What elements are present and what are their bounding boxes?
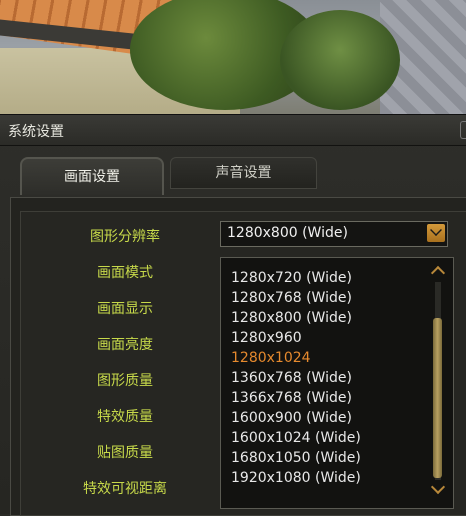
resolution-select[interactable]: 1280x800 (Wide) [220, 221, 448, 247]
close-icon[interactable] [460, 121, 466, 139]
label-display-mode: 画面模式 [97, 265, 153, 281]
resolution-option[interactable]: 1680x1050 (Wide) [231, 450, 361, 466]
scrollbar-thumb[interactable] [433, 318, 442, 478]
resolution-option[interactable]: 1920x1080 (Wide) [231, 470, 361, 486]
window-title: 系统设置 [8, 124, 64, 140]
resolution-option[interactable]: 1600x1024 (Wide) [231, 430, 361, 446]
label-texture-quality: 贴图质量 [97, 445, 153, 461]
scroll-up-icon[interactable] [430, 264, 446, 281]
resolution-option[interactable]: 1280x800 (Wide) [231, 310, 352, 326]
label-brightness: 画面亮度 [97, 337, 153, 353]
dropdown-scrollbar[interactable] [428, 262, 448, 502]
resolution-option[interactable]: 1280x720 (Wide) [231, 270, 352, 286]
resolution-option[interactable]: 1366x768 (Wide) [231, 390, 352, 406]
resolution-selected-value: 1280x800 (Wide) [227, 225, 348, 241]
tab-sound-settings[interactable]: 声音设置 [170, 157, 317, 189]
chevron-down-icon[interactable] [427, 224, 445, 242]
label-display: 画面显示 [97, 301, 153, 317]
scroll-down-icon[interactable] [430, 479, 446, 496]
background-tree [280, 10, 400, 110]
label-graphics-quality: 图形质量 [97, 373, 153, 389]
resolution-option[interactable]: 1280x960 [231, 330, 302, 346]
label-resolution: 图形分辨率 [90, 229, 160, 245]
game-background [0, 0, 466, 115]
window-titlebar[interactable]: 系统设置 [0, 115, 466, 146]
resolution-option[interactable]: 1280x768 (Wide) [231, 290, 352, 306]
resolution-dropdown-list: 1280x720 (Wide) 1280x768 (Wide) 1280x800… [220, 257, 454, 509]
label-effects-distance: 特效可视距离 [83, 481, 167, 497]
label-effects-quality: 特效质量 [97, 409, 153, 425]
resolution-option[interactable]: 1360x768 (Wide) [231, 370, 352, 386]
resolution-option[interactable]: 1600x900 (Wide) [231, 410, 352, 426]
tab-display-settings[interactable]: 画面设置 [20, 157, 164, 195]
resolution-option-highlighted[interactable]: 1280x1024 [231, 350, 311, 366]
